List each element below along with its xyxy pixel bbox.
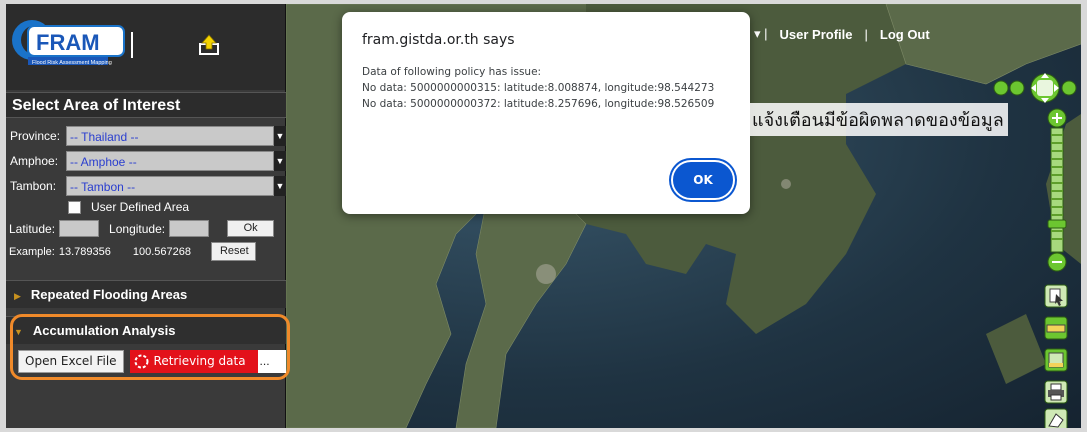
chevron-down-icon[interactable]: ▼ (274, 151, 286, 171)
example-latitude: 13.789356 (58, 245, 111, 258)
app-window: ▾ | User Profile | Log Out FRAM Flood Ri… (6, 4, 1081, 428)
dialog-title: fram.gistda.or.th says (362, 32, 515, 48)
fram-logo: FRAM Flood Risk Assessment Mapping (12, 20, 125, 66)
section-repeated-flooding[interactable]: ▶ Repeated Flooding Areas (6, 280, 286, 308)
log-out-link[interactable]: Log Out (880, 27, 930, 42)
open-excel-button[interactable]: Open Excel File (18, 350, 124, 373)
chevron-down-icon[interactable]: ▼ (274, 176, 286, 196)
province-label: Province: (10, 129, 61, 143)
user-profile-link[interactable]: User Profile (780, 27, 853, 42)
amphoe-row: Amphoe: -- Amphoe -- ▼ (10, 151, 286, 171)
latitude-label: Latitude: (9, 221, 56, 236)
example-label: Example: (9, 245, 55, 258)
svg-text:Flood Risk Assessment Mapping: Flood Risk Assessment Mapping (32, 60, 112, 66)
dialog-line: No data: 5000000000315: latitude:8.00887… (362, 82, 715, 94)
upload-icon[interactable] (198, 34, 220, 56)
draw-tool-icon[interactable] (1044, 408, 1068, 428)
dialog-ok-button[interactable]: OK (673, 162, 733, 198)
longitude-label: Longitude: (109, 221, 166, 236)
identify-tool-icon[interactable] (1044, 284, 1068, 308)
zoom-slider[interactable] (1046, 108, 1068, 272)
retrieving-status: Retrieving data (129, 350, 258, 373)
alert-dialog: fram.gistda.or.th says Data of following… (342, 12, 750, 214)
dialog-line: No data: 5000000000372: latitude:8.25769… (362, 98, 715, 110)
tambon-label: Tambon: (10, 179, 57, 193)
province-select[interactable]: -- Thailand -- (66, 126, 274, 146)
reset-button[interactable]: Reset (210, 242, 256, 261)
loading-spinner-icon (134, 354, 149, 369)
amphoe-label: Amphoe: (10, 154, 59, 168)
svg-text:FRAM: FRAM (36, 30, 100, 55)
ok-button[interactable]: Ok (227, 220, 275, 237)
logo-bar: FRAM Flood Risk Assessment Mapping (6, 4, 285, 90)
top-nav: ▾ | User Profile | Log Out (748, 22, 936, 46)
retrieving-ellipsis: ... (257, 350, 286, 373)
retrieving-label: Retrieving data (153, 354, 246, 368)
user-defined-area-checkbox[interactable] (68, 200, 81, 214)
user-defined-area-row: User Defined Area (68, 200, 189, 214)
error-annotation: แจ้งเตือนมีข้อผิดพลาดของข้อมูล (748, 103, 1008, 136)
tambon-select[interactable]: -- Tambon -- (66, 176, 274, 196)
example-row: Example: 13.789356 100.567268 Reset (9, 242, 256, 261)
tambon-row: Tambon: -- Tambon -- ▼ (10, 176, 286, 196)
excel-row: Open Excel File Retrieving data ... (18, 350, 286, 373)
dialog-message: Data of following policy has issue: No d… (362, 64, 714, 112)
section-label: Repeated Flooding Areas (30, 287, 188, 302)
dialog-line: Data of following policy has issue: (362, 66, 542, 78)
example-longitude: 100.567268 (132, 245, 191, 258)
logo-divider (131, 32, 133, 58)
amphoe-select[interactable]: -- Amphoe -- (66, 151, 274, 171)
latlon-row: Latitude: Longitude: Ok (9, 220, 275, 237)
print-icon[interactable] (1044, 380, 1068, 404)
latitude-input[interactable] (59, 220, 100, 237)
area-tool-icon[interactable] (1044, 348, 1068, 372)
province-row: Province: -- Thailand -- ▼ (10, 126, 286, 146)
measure-tool-icon[interactable] (1044, 316, 1068, 340)
longitude-input[interactable] (169, 220, 210, 237)
chevron-down-icon[interactable]: ▼ (274, 126, 286, 146)
user-defined-area-label: User Defined Area (91, 200, 190, 214)
nav-separator: ▾ | (754, 26, 768, 41)
chevron-right-icon: ▶ (14, 291, 21, 301)
nav-separator: | (864, 26, 868, 42)
map-pan-control[interactable] (993, 72, 1077, 104)
aoi-title: Select Area of Interest (6, 92, 286, 118)
